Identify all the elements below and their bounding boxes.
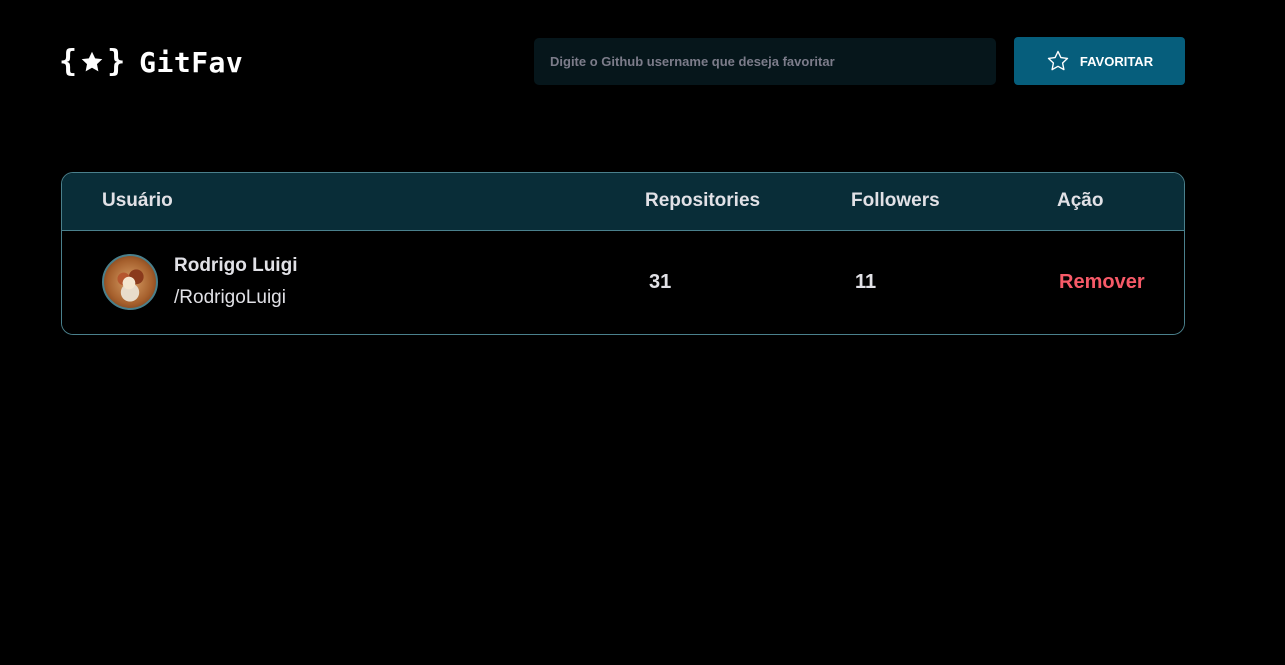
table-row: Rodrigo Luigi /RodrigoLuigi 31 11 Remove…	[62, 230, 1184, 334]
action-cell: Remover	[1057, 230, 1184, 334]
user-info: Rodrigo Luigi /RodrigoLuigi	[174, 254, 297, 310]
favorites-table: Usuário Repositories Followers Ação Rodr…	[61, 172, 1185, 335]
logo-open-brace: {	[59, 44, 78, 79]
app-logo: { } GitFav	[59, 40, 243, 84]
avatar	[102, 254, 158, 311]
column-header-repositories: Repositories	[645, 173, 851, 231]
favorite-button-label: FAVORITAR	[1079, 53, 1154, 69]
username-search-input[interactable]	[534, 38, 996, 85]
logo-close-brace: }	[107, 44, 126, 79]
user-cell: Rodrigo Luigi /RodrigoLuigi	[62, 230, 645, 334]
user-name: Rodrigo Luigi	[174, 255, 298, 277]
column-header-user: Usuário	[62, 173, 645, 231]
column-header-followers: Followers	[851, 173, 1057, 231]
remove-button[interactable]: Remover	[1057, 271, 1145, 294]
star-outline-icon	[1047, 50, 1069, 71]
table-header-row: Usuário Repositories Followers Ação	[62, 173, 1184, 231]
followers-count: 11	[855, 270, 877, 293]
logo-mark: { }	[59, 47, 125, 77]
user-login-link[interactable]: /RodrigoLuigi	[174, 286, 297, 310]
app-title: GitFav	[139, 45, 244, 79]
star-icon	[81, 51, 103, 72]
favorite-button[interactable]: FAVORITAR	[1014, 37, 1185, 85]
repositories-count: 31	[649, 270, 672, 293]
column-header-action: Ação	[1057, 173, 1184, 231]
